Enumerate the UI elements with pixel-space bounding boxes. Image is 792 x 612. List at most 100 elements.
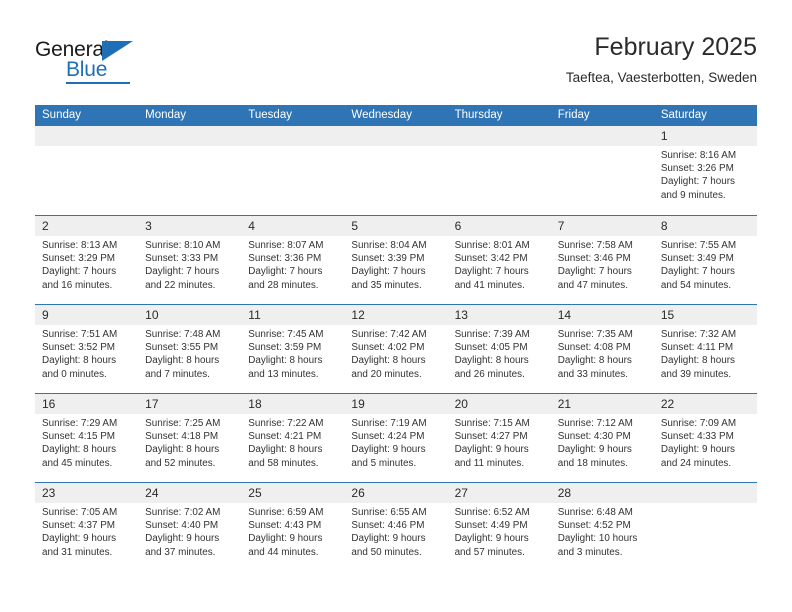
day-details: Sunrise: 7:05 AM Sunset: 4:37 PM Daylight:… bbox=[35, 503, 138, 559]
day-detail-line: Sunrise: 6:48 AM bbox=[557, 507, 633, 518]
day-detail-line: and 57 minutes. bbox=[454, 546, 525, 558]
day-detail-line: Daylight: 7 hours bbox=[351, 266, 426, 278]
day-detail-line: Sunset: 3:49 PM bbox=[660, 253, 734, 265]
day-details: Sunrise: 7:32 AM Sunset: 4:11 PM Daylight:… bbox=[654, 325, 757, 381]
calendar-day-cell[interactable]: 14 Sunrise: 7:35 AM Sunset: 4:08 PM Dayligh… bbox=[550, 305, 654, 393]
day-detail-line: Daylight: 9 hours bbox=[660, 444, 735, 456]
day-number: 13 bbox=[447, 305, 551, 325]
brand-logo[interactable]: General Blue bbox=[35, 38, 155, 84]
day-detail-line: and 13 minutes. bbox=[248, 368, 319, 380]
calendar-day-cell[interactable]: 7 Sunrise: 7:58 AM Sunset: 3:46 PM Daylight… bbox=[550, 216, 654, 304]
calendar-day-cell[interactable]: 19 Sunrise: 7:19 AM Sunset: 4:24 PM Dayligh… bbox=[344, 394, 448, 482]
day-of-week-monday: Monday bbox=[145, 109, 187, 121]
day-number: 17 bbox=[138, 394, 242, 414]
day-detail-line: Sunset: 4:30 PM bbox=[557, 431, 631, 443]
calendar-day-cell[interactable]: 12 Sunrise: 7:42 AM Sunset: 4:02 PM Dayligh… bbox=[344, 305, 448, 393]
day-detail-line: Sunset: 3:46 PM bbox=[557, 253, 631, 265]
calendar-week-row: 16 Sunrise: 7:29 AM Sunset: 4:15 PM Dayligh… bbox=[35, 393, 757, 482]
day-details: Sunrise: 8:01 AM Sunset: 3:42 PM Daylight:… bbox=[448, 236, 551, 292]
calendar-day-cell[interactable]: 10 Sunrise: 7:48 AM Sunset: 3:55 PM Dayligh… bbox=[138, 305, 242, 393]
calendar-day-cell[interactable]: 3 Sunrise: 8:10 AM Sunset: 3:33 PM Daylight… bbox=[138, 216, 242, 304]
day-detail-line: and 39 minutes. bbox=[660, 368, 732, 380]
day-number: 8 bbox=[653, 216, 757, 236]
day-detail-line: Sunset: 4:33 PM bbox=[660, 431, 734, 443]
day-detail-line: and 5 minutes. bbox=[351, 457, 417, 469]
calendar-day-cell[interactable]: 27 Sunrise: 6:52 AM Sunset: 4:49 PM Dayligh… bbox=[447, 483, 551, 571]
calendar-empty-cell bbox=[344, 126, 448, 215]
calendar-day-cell[interactable]: 28 Sunrise: 6:48 AM Sunset: 4:52 PM Dayligh… bbox=[550, 483, 654, 571]
calendar-day-cell[interactable]: 2 Sunrise: 8:13 AM Sunset: 3:29 PM Daylight… bbox=[35, 216, 139, 304]
day-number: 18 bbox=[241, 394, 345, 414]
calendar-day-cell[interactable]: 9 Sunrise: 7:51 AM Sunset: 3:52 PM Daylight… bbox=[35, 305, 139, 393]
calendar-day-cell[interactable]: 8 Sunrise: 7:55 AM Sunset: 3:49 PM Daylight… bbox=[653, 216, 757, 304]
calendar-day-cell[interactable]: 18 Sunrise: 7:22 AM Sunset: 4:21 PM Dayligh… bbox=[241, 394, 345, 482]
day-details: Sunrise: 7:35 AM Sunset: 4:08 PM Daylight:… bbox=[551, 325, 654, 381]
day-detail-line: Sunset: 3:26 PM bbox=[660, 163, 734, 175]
day-detail-line: Sunrise: 8:07 AM bbox=[248, 240, 324, 251]
calendar-day-cell[interactable]: 17 Sunrise: 7:25 AM Sunset: 4:18 PM Dayligh… bbox=[138, 394, 242, 482]
calendar-day-cell[interactable]: 6 Sunrise: 8:01 AM Sunset: 3:42 PM Daylight… bbox=[447, 216, 551, 304]
day-number bbox=[447, 126, 551, 146]
day-detail-line: Sunset: 4:24 PM bbox=[351, 431, 425, 443]
day-detail-line: Daylight: 8 hours bbox=[145, 444, 220, 456]
day-details bbox=[35, 146, 138, 149]
day-detail-line: Sunset: 4:37 PM bbox=[42, 520, 116, 532]
calendar-day-cell[interactable]: 23 Sunrise: 7:05 AM Sunset: 4:37 PM Dayligh… bbox=[35, 483, 139, 571]
day-detail-line: Sunset: 4:40 PM bbox=[145, 520, 219, 532]
calendar-empty-cell bbox=[653, 483, 757, 571]
calendar-day-cell[interactable]: 24 Sunrise: 7:02 AM Sunset: 4:40 PM Dayligh… bbox=[138, 483, 242, 571]
day-detail-line: Sunrise: 7:35 AM bbox=[557, 329, 633, 340]
calendar-day-cell[interactable]: 26 Sunrise: 6:55 AM Sunset: 4:46 PM Dayligh… bbox=[344, 483, 448, 571]
calendar-day-cell[interactable]: 22 Sunrise: 7:09 AM Sunset: 4:33 PM Dayligh… bbox=[653, 394, 757, 482]
calendar-day-cell[interactable]: 13 Sunrise: 7:39 AM Sunset: 4:05 PM Dayligh… bbox=[447, 305, 551, 393]
day-details: Sunrise: 7:55 AM Sunset: 3:49 PM Daylight:… bbox=[654, 236, 757, 292]
day-detail-line: Sunrise: 7:39 AM bbox=[454, 329, 530, 340]
day-details: Sunrise: 8:07 AM Sunset: 3:36 PM Daylight:… bbox=[241, 236, 344, 292]
day-detail-line: Sunrise: 7:55 AM bbox=[660, 240, 737, 251]
calendar-day-cell[interactable]: 21 Sunrise: 7:12 AM Sunset: 4:30 PM Dayligh… bbox=[550, 394, 654, 482]
day-detail-line: Sunrise: 7:58 AM bbox=[557, 240, 633, 251]
day-number: 21 bbox=[550, 394, 654, 414]
calendar-day-cell[interactable]: 11 Sunrise: 7:45 AM Sunset: 3:59 PM Dayligh… bbox=[241, 305, 345, 393]
calendar-day-cell[interactable]: 25 Sunrise: 6:59 AM Sunset: 4:43 PM Dayligh… bbox=[241, 483, 345, 571]
day-detail-line: Sunset: 3:55 PM bbox=[145, 342, 219, 354]
day-number: 11 bbox=[241, 305, 345, 325]
calendar-week-row: 1 Sunrise: 8:16 AM Sunset: 3:26 PM Daylight… bbox=[35, 126, 757, 215]
day-details: Sunrise: 7:51 AM Sunset: 3:52 PM Daylight:… bbox=[35, 325, 138, 381]
day-detail-line: Daylight: 8 hours bbox=[660, 355, 735, 367]
day-detail-line: Daylight: 7 hours bbox=[145, 266, 220, 278]
calendar-weeks: 1 Sunrise: 8:16 AM Sunset: 3:26 PM Daylight… bbox=[35, 126, 757, 571]
day-number: 28 bbox=[550, 483, 654, 503]
day-details bbox=[138, 146, 241, 149]
day-details: Sunrise: 8:13 AM Sunset: 3:29 PM Daylight:… bbox=[35, 236, 138, 292]
calendar-day-cell[interactable]: 15 Sunrise: 7:32 AM Sunset: 4:11 PM Dayligh… bbox=[653, 305, 757, 393]
day-detail-line: Sunset: 3:39 PM bbox=[351, 253, 425, 265]
calendar-day-cell[interactable]: 4 Sunrise: 8:07 AM Sunset: 3:36 PM Daylight… bbox=[241, 216, 345, 304]
day-detail-line: and 44 minutes. bbox=[248, 546, 319, 558]
day-detail-line: and 7 minutes. bbox=[145, 368, 210, 380]
day-detail-line: Daylight: 9 hours bbox=[248, 533, 323, 545]
day-number bbox=[138, 126, 242, 146]
day-detail-line: Daylight: 8 hours bbox=[42, 355, 117, 367]
day-number: 16 bbox=[35, 394, 139, 414]
day-details: Sunrise: 7:15 AM Sunset: 4:27 PM Daylight:… bbox=[448, 414, 551, 470]
calendar-day-cell[interactable]: 20 Sunrise: 7:15 AM Sunset: 4:27 PM Dayligh… bbox=[447, 394, 551, 482]
day-number bbox=[35, 126, 139, 146]
day-number: 15 bbox=[653, 305, 757, 325]
day-detail-line: Sunrise: 7:22 AM bbox=[248, 418, 324, 429]
calendar-empty-cell bbox=[138, 126, 242, 215]
day-details: Sunrise: 8:10 AM Sunset: 3:33 PM Daylight:… bbox=[138, 236, 241, 292]
day-detail-line: Daylight: 7 hours bbox=[454, 266, 529, 278]
calendar-day-cell[interactable]: 16 Sunrise: 7:29 AM Sunset: 4:15 PM Dayligh… bbox=[35, 394, 139, 482]
calendar-day-cell[interactable]: 1 Sunrise: 8:16 AM Sunset: 3:26 PM Daylight… bbox=[653, 126, 757, 215]
day-details bbox=[241, 146, 344, 149]
day-details: Sunrise: 7:02 AM Sunset: 4:40 PM Daylight:… bbox=[138, 503, 241, 559]
day-detail-line: Daylight: 8 hours bbox=[351, 355, 426, 367]
calendar-day-cell[interactable]: 5 Sunrise: 8:04 AM Sunset: 3:39 PM Daylight… bbox=[344, 216, 448, 304]
day-detail-line: Sunset: 4:49 PM bbox=[454, 520, 528, 532]
day-detail-line: Daylight: 9 hours bbox=[557, 444, 632, 456]
day-number: 10 bbox=[138, 305, 242, 325]
day-detail-line: Sunrise: 7:09 AM bbox=[660, 418, 737, 429]
day-of-week-header: Sunday Monday Tuesday Wednesday Thursday Frid… bbox=[35, 105, 757, 126]
day-number: 22 bbox=[653, 394, 757, 414]
